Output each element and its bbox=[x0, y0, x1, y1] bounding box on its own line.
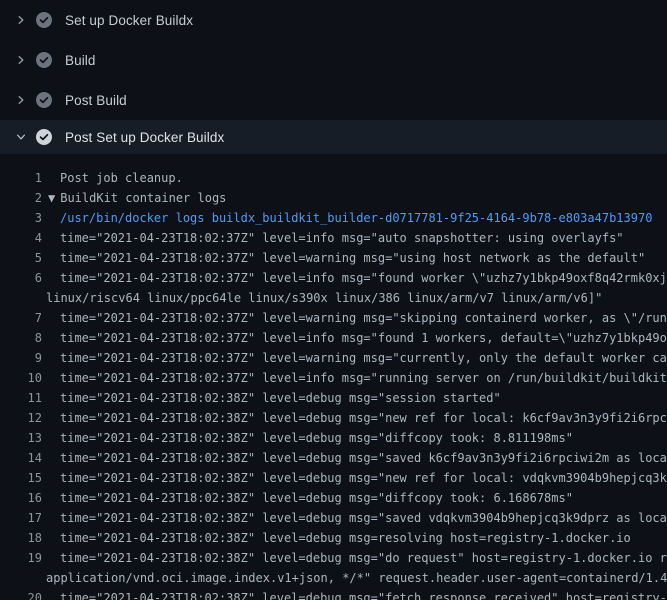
log-text: time="2021-04-23T18:02:37Z" level=info m… bbox=[42, 368, 667, 388]
log-text: time="2021-04-23T18:02:38Z" level=debug … bbox=[42, 468, 667, 488]
line-number[interactable]: 11 bbox=[0, 388, 42, 408]
line-number[interactable]: 7 bbox=[0, 308, 42, 328]
log-text: time="2021-04-23T18:02:38Z" level=debug … bbox=[42, 448, 667, 468]
log-text: BuildKit container logs bbox=[55, 188, 226, 208]
line-number[interactable]: 19 bbox=[0, 548, 42, 568]
log-line: 11time="2021-04-23T18:02:38Z" level=debu… bbox=[0, 388, 667, 408]
line-number[interactable]: 9 bbox=[0, 348, 42, 368]
check-circle-icon bbox=[36, 129, 52, 145]
chevron-right-icon[interactable] bbox=[13, 12, 29, 28]
log-text: time="2021-04-23T18:02:38Z" level=debug … bbox=[42, 508, 667, 528]
line-number[interactable]: 18 bbox=[0, 528, 42, 548]
line-number bbox=[0, 288, 42, 308]
log-text: time="2021-04-23T18:02:37Z" level=info m… bbox=[42, 228, 624, 248]
line-number bbox=[0, 568, 42, 588]
log-text: application/vnd.oci.image.index.v1+json,… bbox=[42, 568, 667, 588]
log-line: 18time="2021-04-23T18:02:38Z" level=debu… bbox=[0, 528, 667, 548]
line-number[interactable]: 1 bbox=[0, 168, 42, 188]
actions-log-viewer: Set up Docker Buildx Build Post Build Po… bbox=[0, 0, 667, 600]
check-circle-icon bbox=[36, 12, 52, 28]
line-number[interactable]: 5 bbox=[0, 248, 42, 268]
line-number[interactable]: 16 bbox=[0, 488, 42, 508]
log-text: Post job cleanup. bbox=[42, 168, 183, 188]
check-circle-icon bbox=[36, 52, 52, 68]
log-line: 4time="2021-04-23T18:02:37Z" level=info … bbox=[0, 228, 667, 248]
chevron-down-icon[interactable] bbox=[13, 129, 29, 145]
log-line: 16time="2021-04-23T18:02:38Z" level=debu… bbox=[0, 488, 667, 508]
log-area: 1Post job cleanup.2▼BuildKit container l… bbox=[0, 154, 667, 600]
log-line: 8time="2021-04-23T18:02:37Z" level=info … bbox=[0, 328, 667, 348]
log-line: 7time="2021-04-23T18:02:37Z" level=warni… bbox=[0, 308, 667, 328]
log-line: 15time="2021-04-23T18:02:38Z" level=debu… bbox=[0, 468, 667, 488]
line-number[interactable]: 20 bbox=[0, 588, 42, 600]
step-row-build[interactable]: Build bbox=[0, 40, 667, 80]
log-line: 12time="2021-04-23T18:02:38Z" level=debu… bbox=[0, 408, 667, 428]
log-text: time="2021-04-23T18:02:38Z" level=debug … bbox=[42, 388, 501, 408]
step-label: Build bbox=[65, 53, 96, 68]
chevron-right-icon[interactable] bbox=[13, 92, 29, 108]
step-label: Post Build bbox=[65, 93, 127, 108]
log-text: time="2021-04-23T18:02:37Z" level=warnin… bbox=[42, 348, 667, 368]
step-row-post-build[interactable]: Post Build bbox=[0, 80, 667, 120]
group-collapse-triangle-icon[interactable]: ▼ bbox=[42, 188, 55, 208]
log-line: 13time="2021-04-23T18:02:38Z" level=debu… bbox=[0, 428, 667, 448]
log-text: time="2021-04-23T18:02:37Z" level=info m… bbox=[42, 268, 667, 288]
log-text: time="2021-04-23T18:02:37Z" level=warnin… bbox=[42, 308, 667, 328]
log-line: 6time="2021-04-23T18:02:37Z" level=info … bbox=[0, 268, 667, 288]
log-line: 2▼BuildKit container logs bbox=[0, 188, 667, 208]
log-text: time="2021-04-23T18:02:38Z" level=debug … bbox=[42, 408, 667, 428]
line-number[interactable]: 3 bbox=[0, 208, 42, 228]
step-label: Post Set up Docker Buildx bbox=[65, 130, 224, 145]
log-line: 1Post job cleanup. bbox=[0, 168, 667, 188]
log-text: linux/riscv64 linux/ppc64le linux/s390x … bbox=[42, 288, 602, 308]
log-text: time="2021-04-23T18:02:38Z" level=debug … bbox=[42, 488, 573, 508]
chevron-right-icon[interactable] bbox=[13, 52, 29, 68]
log-line: 9time="2021-04-23T18:02:37Z" level=warni… bbox=[0, 348, 667, 368]
line-number[interactable]: 17 bbox=[0, 508, 42, 528]
step-label: Set up Docker Buildx bbox=[65, 13, 193, 28]
line-number[interactable]: 4 bbox=[0, 228, 42, 248]
log-line: application/vnd.oci.image.index.v1+json,… bbox=[0, 568, 667, 588]
log-line: 14time="2021-04-23T18:02:38Z" level=debu… bbox=[0, 448, 667, 468]
step-row-set-up-docker-buildx[interactable]: Set up Docker Buildx bbox=[0, 0, 667, 40]
line-number[interactable]: 2 bbox=[0, 188, 42, 208]
log-text: time="2021-04-23T18:02:38Z" level=debug … bbox=[42, 588, 667, 600]
line-number[interactable]: 14 bbox=[0, 448, 42, 468]
log-text: time="2021-04-23T18:02:38Z" level=debug … bbox=[42, 548, 667, 568]
log-line: 5time="2021-04-23T18:02:37Z" level=warni… bbox=[0, 248, 667, 268]
step-row-post-set-up-docker-buildx[interactable]: Post Set up Docker Buildx bbox=[0, 120, 667, 154]
line-number[interactable]: 6 bbox=[0, 268, 42, 288]
log-line: linux/riscv64 linux/ppc64le linux/s390x … bbox=[0, 288, 667, 308]
log-line: 10time="2021-04-23T18:02:37Z" level=info… bbox=[0, 368, 667, 388]
line-number[interactable]: 10 bbox=[0, 368, 42, 388]
log-text: time="2021-04-23T18:02:38Z" level=debug … bbox=[42, 428, 573, 448]
log-text: time="2021-04-23T18:02:38Z" level=debug … bbox=[42, 528, 631, 548]
log-line: 20time="2021-04-23T18:02:38Z" level=debu… bbox=[0, 588, 667, 600]
log-text: time="2021-04-23T18:02:37Z" level=warnin… bbox=[42, 248, 645, 268]
log-line: 17time="2021-04-23T18:02:38Z" level=debu… bbox=[0, 508, 667, 528]
log-line: 3/usr/bin/docker logs buildx_buildkit_bu… bbox=[0, 208, 667, 228]
log-text: time="2021-04-23T18:02:37Z" level=info m… bbox=[42, 328, 667, 348]
line-number[interactable]: 8 bbox=[0, 328, 42, 348]
line-number[interactable]: 13 bbox=[0, 428, 42, 448]
line-number[interactable]: 12 bbox=[0, 408, 42, 428]
log-line: 19time="2021-04-23T18:02:38Z" level=debu… bbox=[0, 548, 667, 568]
log-command-text: /usr/bin/docker logs buildx_buildkit_bui… bbox=[42, 208, 652, 228]
line-number[interactable]: 15 bbox=[0, 468, 42, 488]
check-circle-icon bbox=[36, 92, 52, 108]
